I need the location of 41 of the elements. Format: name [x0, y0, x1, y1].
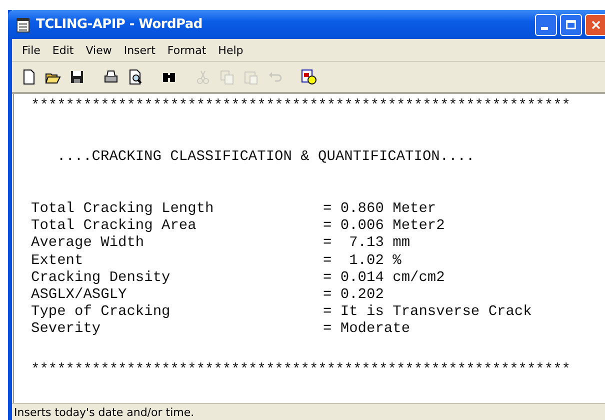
- measure-label: Average Width: [31, 235, 146, 253]
- scissors-icon: [195, 69, 211, 85]
- document-area[interactable]: [13, 94, 605, 403]
- measure-value: = 7.13 mm: [323, 235, 410, 253]
- minimize-icon: [540, 27, 548, 30]
- menu-item[interactable]: Format: [161, 44, 212, 56]
- maximize-icon: [564, 18, 578, 32]
- measure-label: Severity: [31, 321, 102, 339]
- minimize-button[interactable]: [535, 14, 557, 36]
- asterisk-rule: **************************************************************: [31, 98, 572, 115]
- asterisk-rule: **************************************************************: [31, 362, 572, 379]
- copy-icon: [219, 69, 235, 85]
- measure-label: Type of Cracking: [31, 304, 172, 322]
- printer-icon: [103, 69, 119, 85]
- measure-label: Total Cracking Area: [31, 218, 198, 236]
- measure-value: = 0.014 cm/cm2: [323, 270, 445, 288]
- maximize-button[interactable]: [560, 14, 582, 36]
- measure-label: Extent: [31, 252, 84, 270]
- measure-value: = 0.202: [323, 287, 384, 304]
- calendar-clock-icon: [301, 69, 317, 85]
- menu-item[interactable]: Help: [212, 44, 250, 56]
- report-heading: ....CRACKING CLASSIFICATION & QUANTIFICATION....: [56, 149, 476, 166]
- close-button[interactable]: [585, 14, 605, 36]
- measure-label: Total Cracking Length: [31, 201, 215, 218]
- measure-label: Cracking Density: [31, 270, 172, 288]
- menu-item[interactable]: File: [16, 44, 46, 56]
- menu-item[interactable]: Edit: [46, 44, 80, 56]
- measure-value: = Moderate: [323, 321, 410, 339]
- measure-value: = It is Transverse Crack: [323, 304, 532, 322]
- page-magnifier-icon: [127, 69, 143, 85]
- menu-item[interactable]: View: [80, 44, 118, 56]
- measure-value: = 0.006 Meter2: [323, 218, 445, 236]
- menu-item[interactable]: Insert: [118, 44, 162, 56]
- blank-page-icon: [21, 69, 37, 85]
- status-text: Inserts today's date and/or time.: [14, 406, 194, 418]
- measure-label: ASGLX/ASGLY: [31, 287, 128, 304]
- measure-value: = 1.02 %: [323, 252, 402, 270]
- paste-icon: [243, 69, 259, 85]
- measure-value: = 0.860 Meter: [323, 201, 436, 218]
- window-title: TCLING-APIP - WordPad: [36, 17, 202, 32]
- notepad-icon: [16, 16, 30, 32]
